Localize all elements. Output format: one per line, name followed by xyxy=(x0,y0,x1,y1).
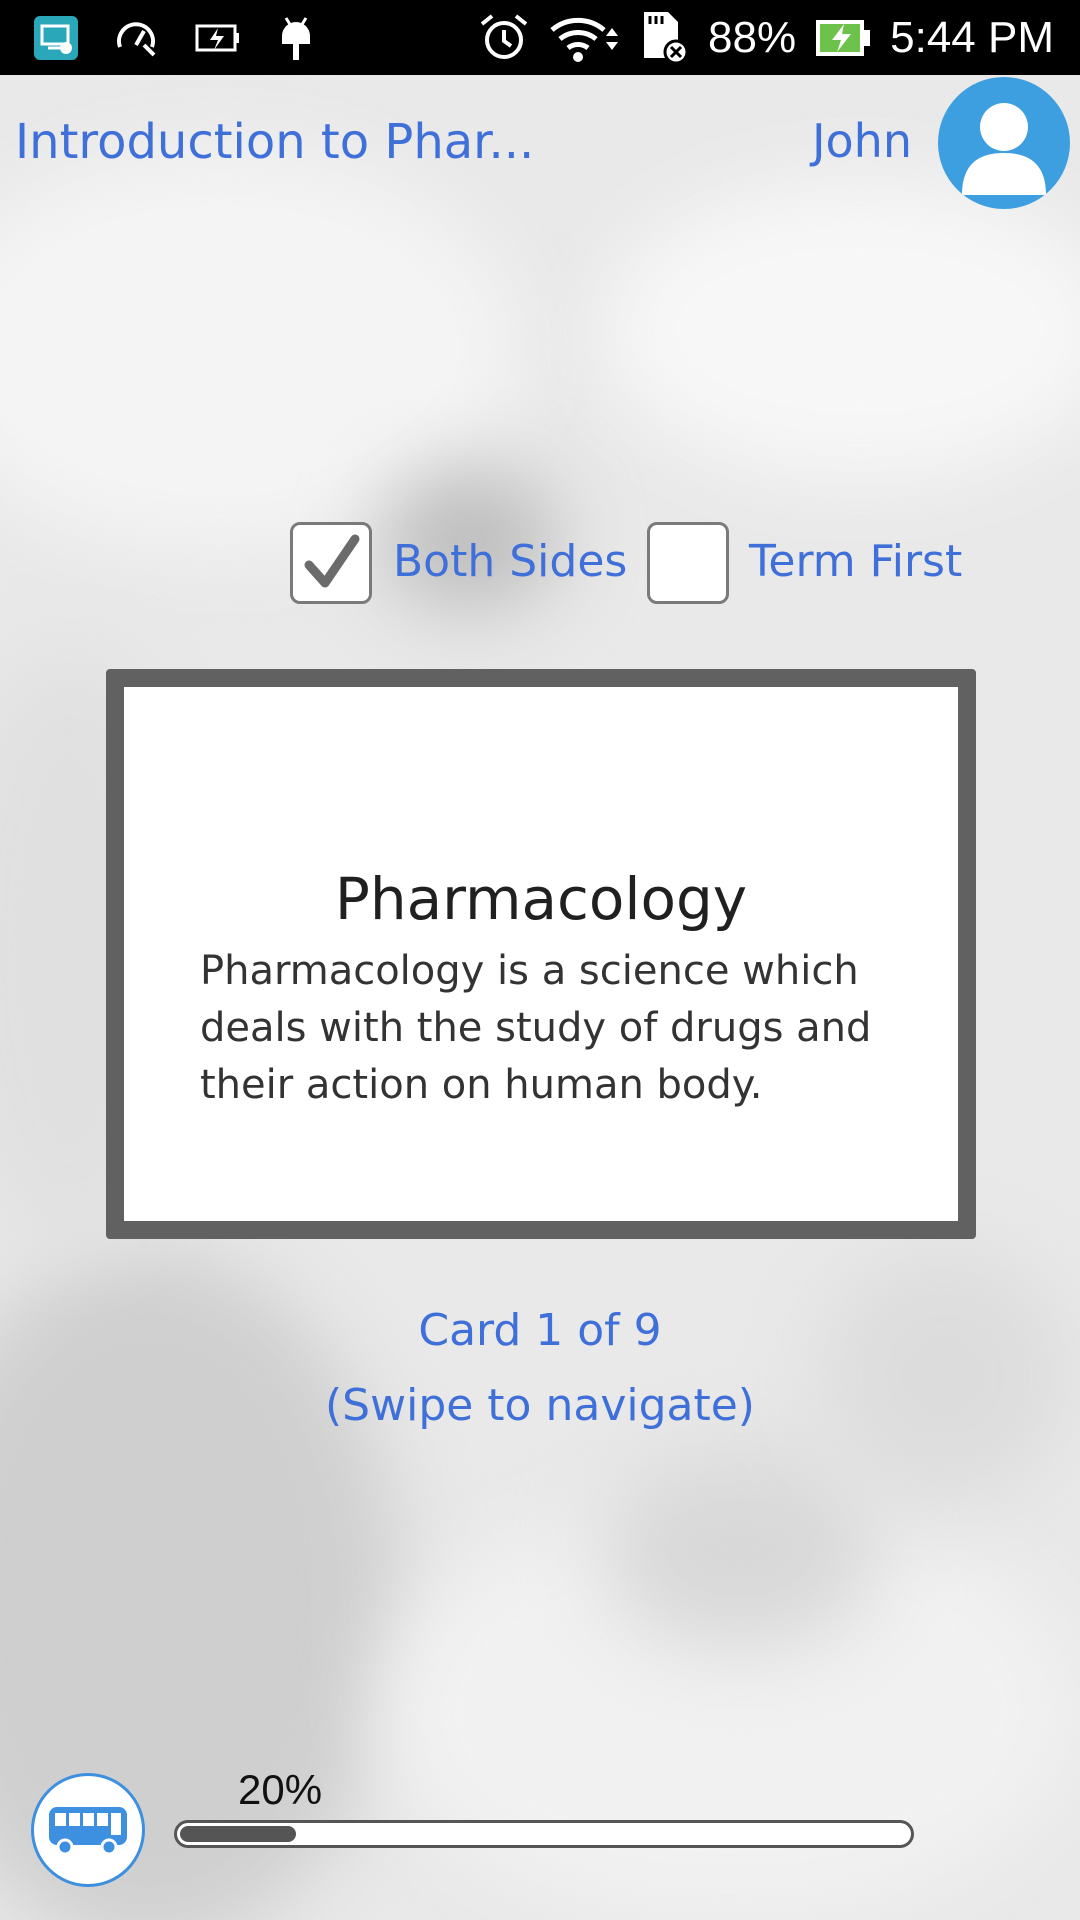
progress-fill xyxy=(180,1826,296,1842)
android-debug-icon xyxy=(276,14,316,62)
user-name[interactable]: John xyxy=(812,114,912,168)
course-title[interactable]: Introduction to Phar... xyxy=(15,114,534,170)
battery-charging-icon xyxy=(814,16,872,60)
flashcard[interactable]: Pharmacology Pharmacology is a science w… xyxy=(106,669,976,1239)
progress-bar xyxy=(174,1820,914,1848)
speed-boost-icon xyxy=(114,15,160,61)
screen-mirror-icon xyxy=(32,14,80,62)
both-sides-label[interactable]: Both Sides xyxy=(393,536,627,587)
clock: 5:44 PM xyxy=(890,12,1054,62)
bus-icon xyxy=(49,1807,127,1856)
term-first-label[interactable]: Term First xyxy=(749,536,962,587)
battery-saver-icon xyxy=(194,18,242,58)
card-counter: Card 1 of 9 xyxy=(418,1305,662,1356)
progress-percent: 20% xyxy=(238,1766,323,1813)
battery-percent: 88% xyxy=(708,12,797,62)
study-options: Both Sides Term First xyxy=(0,522,1080,608)
checkmark-icon xyxy=(304,534,360,588)
status-bar: 88% 5:44 PM xyxy=(0,0,1080,75)
both-sides-checkbox[interactable] xyxy=(290,522,372,604)
term-first-checkbox[interactable] xyxy=(647,522,729,604)
card-term: Pharmacology xyxy=(334,865,748,933)
swipe-hint: (Swipe to navigate) xyxy=(325,1380,755,1431)
alarm-icon xyxy=(478,12,530,64)
user-avatar-icon[interactable] xyxy=(938,77,1070,209)
sd-card-error-icon xyxy=(640,10,690,66)
wifi-icon xyxy=(548,12,622,64)
card-definition: Pharmacology is a science which deals wi… xyxy=(200,948,872,1108)
bus-button[interactable] xyxy=(31,1773,145,1887)
